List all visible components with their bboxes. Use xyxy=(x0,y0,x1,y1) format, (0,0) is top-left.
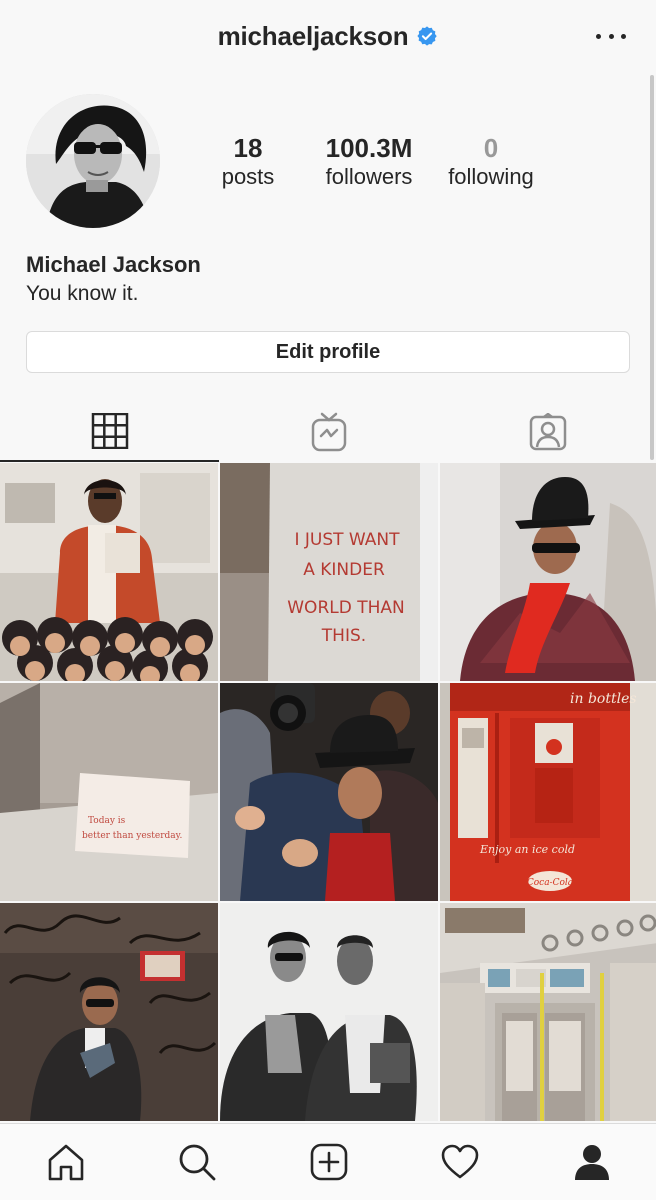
igtv-icon xyxy=(311,412,346,452)
following-count-value: 0 xyxy=(483,133,499,163)
profile-bio: You know it. xyxy=(26,282,139,305)
search-icon xyxy=(179,1144,216,1181)
posts-count-label: posts xyxy=(221,164,275,189)
post-thumbnail[interactable] xyxy=(220,683,438,901)
post-thumbnail[interactable]: in bottles Enjoy an ice cold Coca-Cola xyxy=(440,683,656,901)
nav-new-post[interactable] xyxy=(309,1142,349,1182)
post-thumbnail[interactable] xyxy=(220,903,438,1121)
nav-home[interactable] xyxy=(46,1142,86,1182)
profile-username: michaeljackson xyxy=(217,20,409,51)
post-card-text: better than yesterday. xyxy=(82,831,183,841)
tab-tagged[interactable] xyxy=(438,402,656,462)
tab-grid[interactable] xyxy=(0,402,219,462)
machine-brand-text: Coca-Cola xyxy=(527,878,573,888)
post-wall-text: A KINDER xyxy=(303,560,385,580)
machine-top-text: in bottles xyxy=(570,691,637,707)
following-count[interactable]: 0 following xyxy=(440,132,542,190)
verified-badge-icon xyxy=(417,26,438,46)
post-wall-text: THIS. xyxy=(321,626,366,646)
profile-tabs xyxy=(0,402,656,462)
post-wall-text: WORLD THAN xyxy=(287,598,404,618)
tab-igtv[interactable] xyxy=(219,402,438,462)
edit-profile-button[interactable]: Edit profile xyxy=(26,331,630,373)
following-count-label: following xyxy=(448,164,534,189)
more-options-icon[interactable] xyxy=(596,24,626,48)
post-thumbnail[interactable]: I JUST WANT A KINDER WORLD THAN THIS. xyxy=(220,463,438,681)
nav-search[interactable] xyxy=(177,1142,217,1182)
new-post-icon xyxy=(310,1143,348,1181)
post-thumbnail[interactable] xyxy=(440,463,656,681)
bottom-navigation xyxy=(0,1123,656,1200)
machine-bottom-text: Enjoy an ice cold xyxy=(479,843,575,856)
post-card-text: Today is xyxy=(88,816,126,826)
post-wall-text: I JUST WANT xyxy=(294,530,400,550)
avatar[interactable] xyxy=(26,94,160,228)
followers-count[interactable]: 100.3M followers xyxy=(312,132,426,190)
post-thumbnail[interactable] xyxy=(440,903,656,1121)
grid-icon xyxy=(91,413,128,449)
posts-grid: I JUST WANT A KINDER WORLD THAN THIS. To… xyxy=(0,463,656,1123)
posts-count-value: 18 xyxy=(233,133,263,163)
tagged-icon xyxy=(529,413,566,451)
home-icon xyxy=(48,1144,84,1181)
nav-activity[interactable] xyxy=(440,1142,480,1182)
followers-count-value: 100.3M xyxy=(325,133,413,163)
post-thumbnail[interactable] xyxy=(0,903,218,1121)
posts-count[interactable]: 18 posts xyxy=(204,132,292,190)
activity-icon xyxy=(441,1144,479,1179)
profile-icon xyxy=(575,1145,609,1180)
followers-count-label: followers xyxy=(325,164,413,189)
top-header: michaeljackson xyxy=(0,0,656,72)
profile-full-name: Michael Jackson xyxy=(26,252,201,277)
post-thumbnail[interactable]: Today is better than yesterday. xyxy=(0,683,218,901)
nav-profile[interactable] xyxy=(572,1142,612,1182)
post-thumbnail[interactable] xyxy=(0,463,218,681)
